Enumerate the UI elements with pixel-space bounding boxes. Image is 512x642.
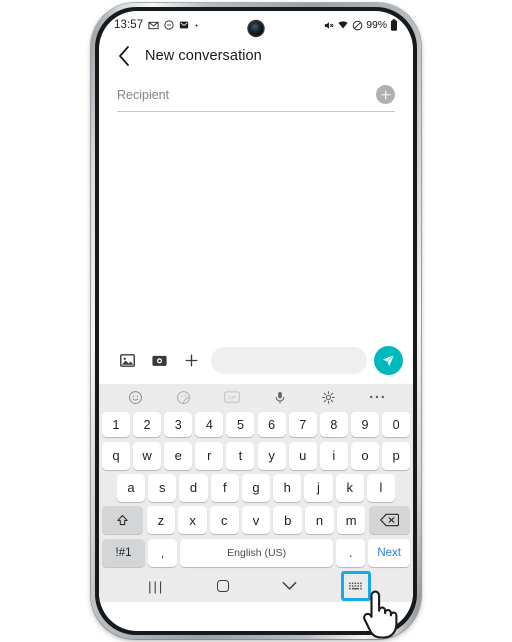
recents-lines-icon[interactable]: ||| [123,579,190,594]
key-o[interactable]: o [350,441,379,470]
key-d[interactable]: d [179,473,208,502]
dot-indicator-icon [194,23,199,28]
microphone-icon[interactable] [267,386,293,408]
phone-screen: 13:57 99% New conversation Recipient GIF… [99,11,413,631]
key-b[interactable]: b [273,506,302,535]
key-0[interactable]: 0 [382,412,411,438]
key-g[interactable]: g [241,473,271,502]
key-t[interactable]: t [226,441,255,470]
shift-arrow-icon[interactable] [102,506,144,535]
app-header: New conversation [99,39,413,77]
wifi-icon [337,19,349,31]
keyboard-switch-icon[interactable] [323,571,390,602]
key-m[interactable]: m [336,506,366,535]
key-c[interactable]: c [210,506,239,535]
key-j[interactable]: j [304,473,333,502]
mail-icon [179,20,189,30]
recipient-row [117,85,395,112]
symbols-key[interactable]: !#1 [102,538,146,567]
key-f[interactable]: f [210,473,239,502]
key-u[interactable]: u [288,441,317,470]
message-input-field[interactable] [211,346,367,374]
plus-icon[interactable] [175,345,207,375]
battery-percent-label: 99% [366,19,387,31]
status-bar-right: 99% [323,19,398,31]
home-square-icon[interactable] [190,580,257,593]
next-key[interactable]: Next [368,538,410,567]
send-paper-plane-icon[interactable] [374,345,403,375]
gif-icon[interactable]: GIF [219,386,245,408]
key-r[interactable]: r [195,441,224,470]
key-y[interactable]: y [257,441,286,470]
page-title: New conversation [145,48,262,64]
key-k[interactable]: k [335,473,364,502]
sticker-icon[interactable] [170,386,196,408]
keyboard-row-home: a s d f g h j k l [99,472,413,504]
key-q[interactable]: q [101,441,130,470]
key-9[interactable]: 9 [350,412,379,438]
spacebar-key[interactable]: English (US) [180,538,334,567]
gallery-icon[interactable] [111,345,143,375]
key-e[interactable]: e [164,441,193,470]
key-5[interactable]: 5 [226,412,255,438]
key-h[interactable]: h [273,473,302,502]
navigation-bar: ||| [99,571,413,602]
conversation-area [99,112,413,337]
key-w[interactable]: w [133,441,162,470]
key-2[interactable]: 2 [133,412,162,438]
key-3[interactable]: 3 [164,412,193,438]
keyboard-row-numbers: 1 2 3 4 5 6 7 8 9 0 [99,410,413,439]
key-v[interactable]: v [241,506,271,535]
do-not-disturb-icon [164,20,174,30]
more-options-icon[interactable] [364,386,390,408]
key-l[interactable]: l [366,473,396,502]
backspace-icon[interactable] [368,506,410,535]
settings-gear-icon[interactable] [315,386,341,408]
key-s[interactable]: s [148,473,177,502]
battery-full-icon [390,19,398,31]
messages-icon [148,20,159,31]
front-camera-punch-hole [248,21,264,36]
key-6[interactable]: 6 [257,412,286,438]
key-a[interactable]: a [116,473,146,502]
camera-icon[interactable] [143,345,175,375]
key-p[interactable]: p [382,441,411,470]
back-chevron-icon[interactable] [117,45,131,67]
screenshot-stage: 13:57 99% New conversation Recipient GIF… [0,0,512,642]
mute-icon [323,20,334,31]
key-1[interactable]: 1 [101,412,130,438]
status-time: 13:57 [114,19,144,31]
svg-text:GIF: GIF [228,395,236,401]
recipient-input[interactable] [117,85,376,104]
emoji-icon[interactable] [122,386,148,408]
key-x[interactable]: x [178,506,207,535]
key-period[interactable]: . [336,538,366,567]
key-n[interactable]: n [305,506,334,535]
keyboard-row-bottom: z x c v b n m [99,504,413,536]
hide-keyboard-chevron-icon[interactable] [256,581,323,591]
compose-bar [99,337,413,384]
dnd-circle-icon [352,20,363,31]
on-screen-keyboard: GIF 1 2 3 4 5 6 7 8 9 0 q w e r t y u i … [99,384,413,572]
key-8[interactable]: 8 [319,412,348,438]
key-7[interactable]: 7 [288,412,317,438]
key-i[interactable]: i [319,441,348,470]
add-contact-plus-icon[interactable] [376,85,395,104]
key-z[interactable]: z [146,506,176,535]
key-4[interactable]: 4 [195,412,224,438]
keyboard-row-top: q w e r t y u i o p [99,439,413,471]
keyboard-row-function: !#1 , English (US) . Next [99,537,413,569]
status-bar-left: 13:57 [114,19,199,31]
key-comma[interactable]: , [148,538,177,567]
keyboard-toolbar: GIF [99,384,413,410]
